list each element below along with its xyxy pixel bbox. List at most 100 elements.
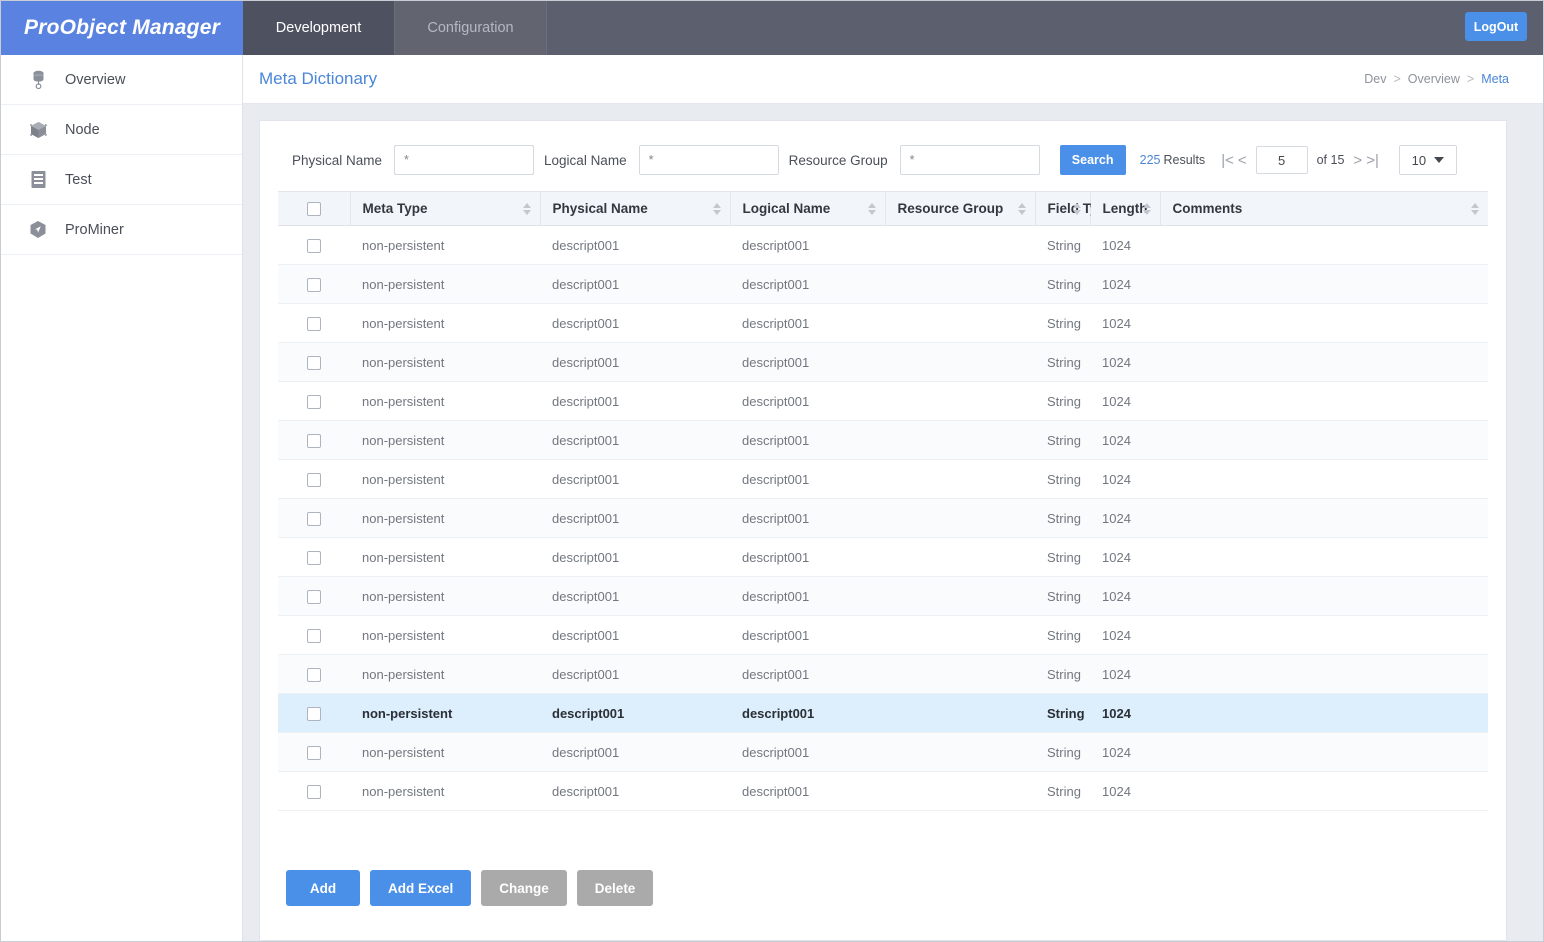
table-row[interactable]: non-persistent descript001 descript001 Stri…: [278, 654, 1488, 694]
results-count: 225: [1139, 153, 1161, 167]
physical-name-input[interactable]: [394, 145, 535, 175]
table-row[interactable]: non-persistent descript001 descript001 Stri…: [278, 498, 1488, 538]
sort-icon[interactable]: [1471, 202, 1479, 215]
search-button[interactable]: Search: [1059, 145, 1126, 175]
logical-name-label: Logical Name: [544, 152, 627, 168]
row-checkbox[interactable]: [307, 511, 321, 526]
table-row[interactable]: non-persistent descript001 descript001 Stri…: [278, 615, 1488, 655]
row-checkbox[interactable]: [307, 277, 321, 292]
tab-configuration[interactable]: Configuration: [395, 1, 547, 55]
row-checkbox[interactable]: [307, 667, 321, 682]
add-button[interactable]: Add: [286, 870, 360, 906]
logical-name-input[interactable]: [638, 145, 779, 175]
sort-icon[interactable]: [522, 202, 531, 215]
sort-icon[interactable]: [1017, 202, 1026, 215]
column-header-length[interactable]: Length: [1090, 191, 1161, 226]
add-excel-button[interactable]: Add Excel: [370, 870, 472, 906]
page-size-select[interactable]: 10: [1398, 145, 1457, 175]
row-checkbox[interactable]: [307, 745, 321, 760]
sort-icon[interactable]: [1072, 202, 1081, 215]
sort-icon[interactable]: [712, 202, 721, 215]
table-row[interactable]: non-persistent descript001 descript001 Stri…: [278, 459, 1488, 499]
cell-meta-type: non-persistent: [350, 264, 540, 304]
row-checkbox[interactable]: [307, 628, 321, 643]
row-checkbox[interactable]: [307, 550, 321, 565]
cell-physical-name: descript001: [540, 264, 730, 304]
sidebar-item-overview[interactable]: Overview: [1, 55, 242, 105]
row-checkbox[interactable]: [307, 706, 321, 721]
cell-meta-type: non-persistent: [350, 498, 540, 538]
column-header-logical-name[interactable]: Logical Name: [730, 191, 886, 226]
app-logo: ProObject Manager: [1, 1, 243, 55]
column-header-field-type[interactable]: Field Type: [1035, 191, 1113, 226]
next-page-icon[interactable]: >: [1353, 152, 1362, 169]
row-checkbox[interactable]: [307, 433, 321, 448]
table-row[interactable]: non-persistent descript001 descript001 Stri…: [278, 771, 1488, 811]
breadcrumb-item-meta[interactable]: Meta: [1481, 72, 1509, 86]
resource-group-input[interactable]: [899, 145, 1040, 175]
breadcrumb-item-dev[interactable]: Dev: [1364, 72, 1386, 86]
sidebar-item-node[interactable]: Node: [1, 105, 242, 155]
cell-physical-name: descript001: [540, 537, 730, 577]
cell-logical-name: descript001: [730, 537, 885, 577]
resource-group-label: Resource Group: [788, 152, 888, 168]
cell-length: 1024: [1090, 225, 1160, 265]
results-label: Results: [1163, 153, 1206, 167]
row-checkbox[interactable]: [307, 355, 321, 370]
select-all-checkbox[interactable]: [306, 202, 321, 217]
page-number-input[interactable]: [1255, 146, 1308, 174]
column-header-meta-type[interactable]: Meta Type: [350, 191, 541, 226]
table-row[interactable]: non-persistent descript001 descript001 Stri…: [278, 537, 1488, 577]
cell-logical-name: descript001: [730, 420, 885, 460]
cell-field-type: String: [1035, 342, 1090, 382]
row-checkbox[interactable]: [307, 472, 321, 487]
cell-logical-name: descript001: [730, 459, 885, 499]
row-checkbox[interactable]: [307, 589, 321, 604]
table-row[interactable]: non-persistent descript001 descript001 Stri…: [278, 342, 1488, 382]
last-page-icon[interactable]: >|: [1366, 152, 1379, 169]
topbar-spacer: [547, 1, 1543, 55]
sidebar-item-prominer[interactable]: ProMiner: [1, 205, 242, 255]
row-select-cell: [278, 342, 350, 382]
cell-comments: [1160, 615, 1488, 655]
cell-comments: [1160, 537, 1488, 577]
sidebar-item-test[interactable]: Test: [1, 155, 242, 205]
cell-physical-name: descript001: [540, 381, 730, 421]
row-checkbox[interactable]: [307, 394, 321, 409]
table-header-row: Meta Type Physical Name Logical Name Res…: [278, 191, 1488, 226]
cell-length: 1024: [1090, 264, 1160, 304]
table-row[interactable]: non-persistent descript001 descript001 Stri…: [278, 225, 1488, 265]
database-icon: [23, 70, 53, 89]
sort-icon[interactable]: [867, 202, 876, 215]
cell-resource-group: [885, 303, 1035, 343]
cell-resource-group: [885, 576, 1035, 616]
row-checkbox[interactable]: [307, 316, 321, 331]
row-select-cell: [278, 576, 350, 616]
logout-button[interactable]: LogOut: [1465, 12, 1527, 41]
cell-field-type: String: [1035, 537, 1090, 577]
table-row[interactable]: non-persistent descript001 descript001 Stri…: [278, 420, 1488, 460]
pagination-next-arrows: > >|: [1353, 152, 1378, 169]
row-checkbox[interactable]: [307, 238, 321, 253]
column-header-comments[interactable]: Comments: [1160, 191, 1488, 226]
row-checkbox[interactable]: [307, 784, 321, 799]
change-button: Change: [481, 870, 567, 906]
table-row[interactable]: non-persistent descript001 descript001 Stri…: [278, 576, 1488, 616]
tab-development[interactable]: Development: [243, 1, 395, 55]
column-header-resource-group[interactable]: Resource Group: [885, 191, 1036, 226]
cell-logical-name: descript001: [730, 576, 885, 616]
cell-resource-group: [885, 615, 1035, 655]
table-row[interactable]: non-persistent descript001 descript001 Stri…: [278, 264, 1488, 304]
sort-icon[interactable]: [1142, 202, 1151, 215]
table-row[interactable]: non-persistent descript001 descript001 Stri…: [278, 381, 1488, 421]
column-header-logical-name-label: Logical Name: [742, 201, 831, 216]
delete-button: Delete: [576, 870, 654, 906]
table-row[interactable]: non-persistent descript001 descript001 Stri…: [278, 303, 1488, 343]
table-row[interactable]: non-persistent descript001 descript001 Stri…: [278, 732, 1488, 772]
column-header-physical-name[interactable]: Physical Name: [540, 191, 731, 226]
table-row[interactable]: non-persistent descript001 descript001 Stri…: [278, 693, 1488, 733]
breadcrumb-item-overview[interactable]: Overview: [1408, 72, 1460, 86]
cell-meta-type: non-persistent: [350, 576, 540, 616]
prev-page-icon[interactable]: <: [1238, 152, 1247, 169]
first-page-icon[interactable]: |<: [1221, 152, 1234, 169]
